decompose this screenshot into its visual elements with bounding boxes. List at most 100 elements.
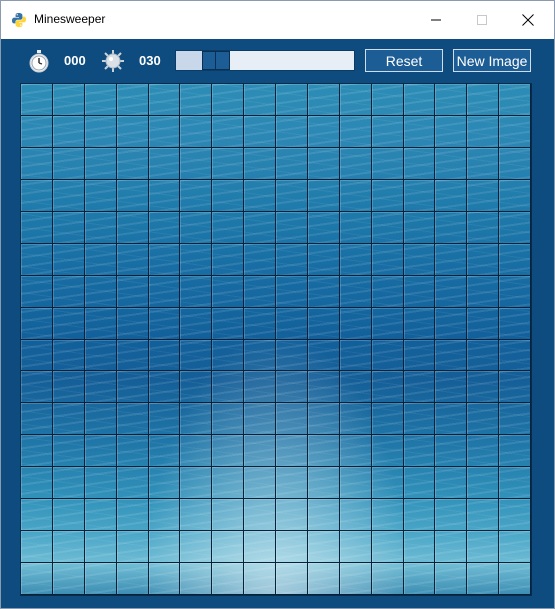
minefield-cell[interactable]: [403, 403, 436, 436]
minefield-cell[interactable]: [180, 147, 213, 180]
minefield-cell[interactable]: [403, 339, 436, 372]
minefield-cell[interactable]: [499, 275, 531, 308]
minefield-cell[interactable]: [52, 563, 85, 595]
minefield-cell[interactable]: [435, 307, 468, 340]
minefield-cell[interactable]: [339, 371, 372, 404]
minefield-cell[interactable]: [148, 84, 181, 116]
minefield-cell[interactable]: [499, 307, 531, 340]
minefield-cell[interactable]: [499, 179, 531, 212]
minefield-cell[interactable]: [435, 147, 468, 180]
minefield-cell[interactable]: [371, 211, 404, 244]
minefield-cell[interactable]: [276, 499, 308, 532]
minefield-cell[interactable]: [52, 115, 85, 148]
minefield-cell[interactable]: [467, 467, 500, 500]
minefield-cell[interactable]: [148, 147, 181, 180]
minefield-cell[interactable]: [21, 307, 53, 340]
minefield-cell[interactable]: [307, 499, 340, 532]
minefield-cell[interactable]: [180, 467, 213, 500]
minefield-cell[interactable]: [148, 403, 181, 436]
minefield-cell[interactable]: [435, 467, 468, 500]
minefield-cell[interactable]: [276, 307, 308, 340]
minefield-cell[interactable]: [371, 339, 404, 372]
minefield-cell[interactable]: [21, 403, 53, 436]
minefield-cell[interactable]: [403, 243, 436, 276]
minefield-cell[interactable]: [371, 563, 404, 595]
minefield-cell[interactable]: [403, 147, 436, 180]
minefield-cell[interactable]: [499, 563, 531, 595]
minefield-cell[interactable]: [467, 307, 500, 340]
minefield-cell[interactable]: [276, 435, 308, 468]
minefield-cell[interactable]: [116, 499, 149, 532]
minefield-cell[interactable]: [180, 243, 213, 276]
minefield-cell[interactable]: [467, 179, 500, 212]
minefield-cell[interactable]: [84, 339, 117, 372]
minefield-cell[interactable]: [276, 371, 308, 404]
minefield-cell[interactable]: [21, 371, 53, 404]
minefield-cell[interactable]: [276, 243, 308, 276]
minefield-cell[interactable]: [84, 275, 117, 308]
minefield-cell[interactable]: [371, 275, 404, 308]
minefield-cell[interactable]: [307, 179, 340, 212]
minefield-cell[interactable]: [21, 211, 53, 244]
minefield-cell[interactable]: [116, 179, 149, 212]
minefield-cell[interactable]: [371, 307, 404, 340]
minefield-cell[interactable]: [276, 563, 308, 595]
minefield-cell[interactable]: [467, 499, 500, 532]
minefield-cell[interactable]: [499, 211, 531, 244]
minefield-cell[interactable]: [403, 307, 436, 340]
minefield-cell[interactable]: [52, 499, 85, 532]
minefield-cell[interactable]: [307, 371, 340, 404]
minefield-cell[interactable]: [148, 115, 181, 148]
minefield-cell[interactable]: [52, 467, 85, 500]
minefield-cell[interactable]: [212, 179, 245, 212]
minefield-cell[interactable]: [403, 435, 436, 468]
minefield-cell[interactable]: [307, 467, 340, 500]
minefield-cell[interactable]: [371, 147, 404, 180]
minefield-cell[interactable]: [467, 115, 500, 148]
minefield-cell[interactable]: [116, 339, 149, 372]
minefield-cell[interactable]: [435, 211, 468, 244]
minefield-cell[interactable]: [116, 467, 149, 500]
minefield-cell[interactable]: [276, 147, 308, 180]
minefield-cell[interactable]: [212, 339, 245, 372]
minefield-cell[interactable]: [180, 531, 213, 564]
minefield-cell[interactable]: [276, 115, 308, 148]
minefield-cell[interactable]: [276, 467, 308, 500]
minefield-cell[interactable]: [403, 84, 436, 116]
minefield-cell[interactable]: [212, 563, 245, 595]
minefield-cell[interactable]: [435, 243, 468, 276]
minefield-cell[interactable]: [371, 371, 404, 404]
minefield-cell[interactable]: [435, 403, 468, 436]
minefield-cell[interactable]: [499, 467, 531, 500]
minefield-cell[interactable]: [339, 211, 372, 244]
minefield-cell[interactable]: [212, 435, 245, 468]
minefield-cell[interactable]: [244, 403, 276, 436]
minefield-cell[interactable]: [499, 403, 531, 436]
minefield-cell[interactable]: [180, 275, 213, 308]
minefield-cell[interactable]: [307, 307, 340, 340]
minefield-cell[interactable]: [116, 307, 149, 340]
minefield-cell[interactable]: [84, 211, 117, 244]
minefield-cell[interactable]: [467, 243, 500, 276]
minefield-cell[interactable]: [244, 84, 276, 116]
minefield-cell[interactable]: [180, 115, 213, 148]
minefield-cell[interactable]: [435, 275, 468, 308]
minefield-cell[interactable]: [467, 339, 500, 372]
minefield-cell[interactable]: [435, 371, 468, 404]
minefield-cell[interactable]: [371, 531, 404, 564]
minefield-cell[interactable]: [84, 147, 117, 180]
minefield-cell[interactable]: [435, 84, 468, 116]
minefield-cell[interactable]: [244, 307, 276, 340]
minefield-cell[interactable]: [403, 115, 436, 148]
minefield-cell[interactable]: [467, 275, 500, 308]
minefield-cell[interactable]: [21, 147, 53, 180]
minefield-cell[interactable]: [339, 435, 372, 468]
minefield-cell[interactable]: [435, 435, 468, 468]
minefield-cell[interactable]: [435, 179, 468, 212]
minefield-cell[interactable]: [467, 435, 500, 468]
minefield-cell[interactable]: [339, 179, 372, 212]
minefield-cell[interactable]: [148, 371, 181, 404]
minefield-cell[interactable]: [403, 563, 436, 595]
minefield-cell[interactable]: [21, 243, 53, 276]
minefield-cell[interactable]: [116, 371, 149, 404]
